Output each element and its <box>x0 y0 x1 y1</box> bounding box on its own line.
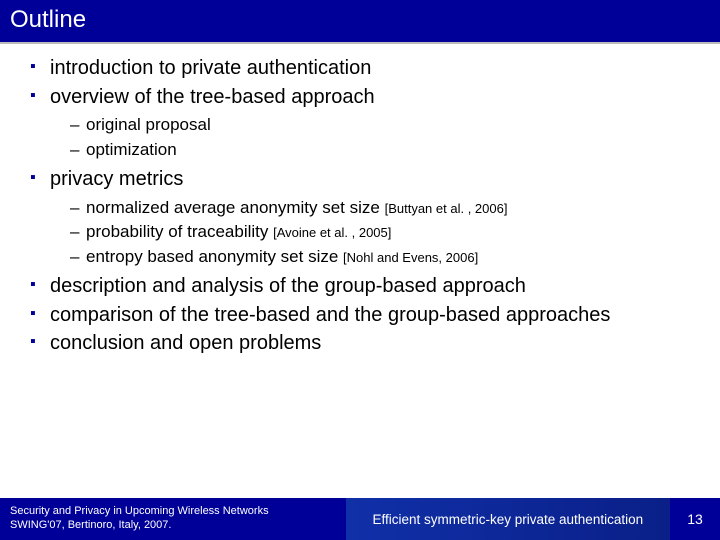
list-item: overview of the tree-based approach orig… <box>24 85 696 161</box>
sublist-item: optimization <box>50 139 696 161</box>
citation: [Nohl and Evens, 2006] <box>343 250 478 265</box>
list-item: privacy metrics normalized average anony… <box>24 167 696 268</box>
sublist-item: normalized average anonymity set size [B… <box>50 197 696 219</box>
slide-title: Outline <box>10 6 710 34</box>
list-item-text: conclusion and open problems <box>50 332 321 354</box>
citation: [Avoine et al. , 2005] <box>273 225 391 240</box>
list-item-text: privacy metrics <box>50 168 183 190</box>
footer-page: 13 <box>670 498 720 540</box>
sublist-item: entropy based anonymity set size [Nohl a… <box>50 246 696 268</box>
slide-content: introduction to private authentication o… <box>0 44 720 498</box>
list-item-text: introduction to private authentication <box>50 57 371 79</box>
sublist-item-text: probability of traceability <box>86 222 273 241</box>
title-bar: Outline <box>0 0 720 44</box>
page-number: 13 <box>687 511 703 527</box>
list-item-text: overview of the tree-based approach <box>50 86 375 108</box>
list-item: comparison of the tree-based and the gro… <box>24 303 696 329</box>
footer-left: Security and Privacy in Upcoming Wireles… <box>0 498 346 540</box>
sublist-item: original proposal <box>50 114 696 136</box>
sublist: normalized average anonymity set size [B… <box>50 197 696 268</box>
footer-subtitle: Efficient symmetric-key private authenti… <box>372 512 643 527</box>
list-item: description and analysis of the group-ba… <box>24 274 696 300</box>
sublist-item-text: original proposal <box>86 115 211 134</box>
list-item: conclusion and open problems <box>24 331 696 357</box>
footer-venue-line1: Security and Privacy in Upcoming Wireles… <box>10 505 336 519</box>
list-item-text: description and analysis of the group-ba… <box>50 275 526 297</box>
sublist-item-text: normalized average anonymity set size <box>86 198 385 217</box>
sublist-item-text: optimization <box>86 140 177 159</box>
footer-mid: Efficient symmetric-key private authenti… <box>346 498 670 540</box>
list-item: introduction to private authentication <box>24 56 696 82</box>
list-item-text: comparison of the tree-based and the gro… <box>50 304 610 326</box>
citation: [Buttyan et al. , 2006] <box>385 201 508 216</box>
sublist-item: probability of traceability [Avoine et a… <box>50 221 696 243</box>
footer: Security and Privacy in Upcoming Wireles… <box>0 498 720 540</box>
sublist-item-text: entropy based anonymity set size <box>86 247 343 266</box>
footer-venue-line2: SWING'07, Bertinoro, Italy, 2007. <box>10 519 336 533</box>
slide: Outline introduction to private authenti… <box>0 0 720 540</box>
outline-list: introduction to private authentication o… <box>24 56 696 357</box>
sublist: original proposal optimization <box>50 114 696 161</box>
